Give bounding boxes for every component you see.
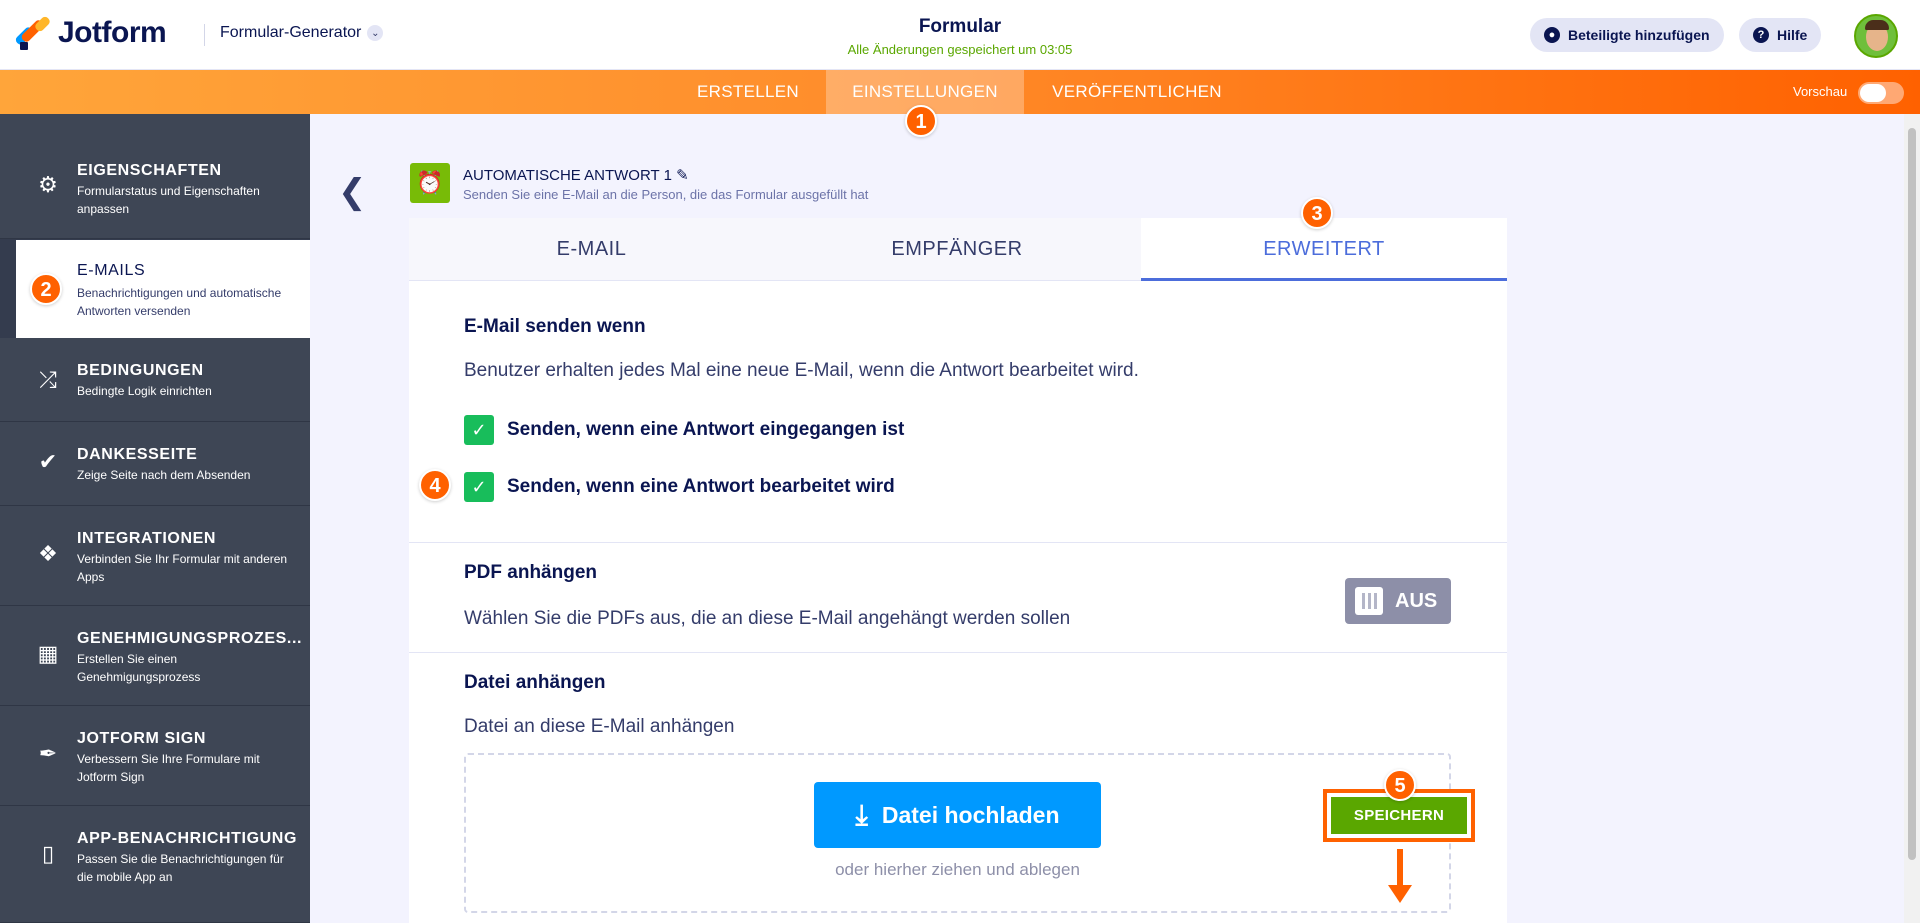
drag-drop-text: oder hierher ziehen und ablegen	[835, 860, 1080, 879]
builder-label: Formular-Generator	[220, 24, 362, 41]
sidebar-item-approvals[interactable]: ▦ GENEHMIGUNGSPROZES... Erstellen Sie ei…	[0, 606, 310, 706]
toggle-knob	[1860, 84, 1886, 102]
pdf-title: PDF anhängen	[464, 562, 598, 583]
chevron-down-icon: ⌄	[367, 25, 384, 41]
save-button[interactable]: SPEICHERN	[1331, 797, 1467, 834]
question-icon: ?	[1753, 27, 1769, 43]
sidebar-item-title: DANKESSEITE	[77, 446, 198, 463]
sidebar-item-title: E-MAILS	[77, 262, 146, 279]
jotform-logo-icon	[14, 15, 52, 50]
autoreply-subtitle: Senden Sie eine E-Mail an die Person, di…	[463, 187, 869, 202]
check-circle-icon: ✔	[38, 449, 58, 474]
email-tabs: E-MAIL EMPFÄNGER ERWEITERT	[409, 218, 1507, 281]
section-divider	[409, 652, 1507, 653]
pdf-toggle-label: AUS	[1395, 589, 1438, 612]
send-when-text: Benutzer erhalten jedes Mal eine neue E-…	[464, 360, 1139, 381]
tab-email[interactable]: E-MAIL	[409, 218, 774, 281]
scrollbar-thumb[interactable]	[1908, 128, 1916, 860]
sidebar-item-thankyou[interactable]: ✔ DANKESSEITE Zeige Seite nach dem Absen…	[0, 422, 310, 506]
tab-advanced[interactable]: ERWEITERT	[1141, 218, 1507, 281]
step-badge-1: 1	[905, 105, 937, 137]
flow-icon: ▦	[37, 641, 59, 666]
sidebar-item-desc: Benachrichtigungen und automatische Antw…	[77, 286, 282, 318]
page-scrollbar[interactable]	[1904, 114, 1920, 923]
step-badge-5: 5	[1384, 769, 1416, 801]
sidebar-item-properties[interactable]: ⚙ EIGENSCHAFTEN Formularstatus und Eigen…	[0, 114, 310, 239]
checkbox-label-received[interactable]: Senden, wenn eine Antwort eingegangen is…	[507, 419, 904, 441]
step-badge-2: 2	[30, 273, 62, 305]
sidebar-item-desc: Bedingte Logik einrichten	[77, 384, 212, 398]
sidebar-item-desc: Erstellen Sie einen Genehmigungsprozess	[77, 652, 201, 684]
step-badge-3: 3	[1301, 197, 1333, 229]
top-header: Jotform Formular-Generator ⌄ Formular Al…	[0, 0, 1920, 70]
tab-publish[interactable]: VERÖFFENTLICHEN	[1034, 70, 1240, 114]
autoreply-title[interactable]: AUTOMATISCHE ANTWORT 1 ✎	[463, 166, 689, 184]
sidebar-item-desc: Verbinden Sie Ihr Formular mit anderen A…	[77, 552, 288, 584]
jotform-logo[interactable]: Jotform	[14, 15, 167, 50]
sidebar-item-integrations[interactable]: ❖ INTEGRATIONEN Verbinden Sie Ihr Formul…	[0, 506, 310, 606]
toggle-grip-icon	[1355, 587, 1383, 615]
mobile-icon: ▯	[41, 841, 55, 866]
sidebar-item-desc: Formularstatus und Eigenschaften anpasse…	[77, 184, 260, 216]
add-participants-label: Beteiligte hinzufügen	[1568, 27, 1710, 43]
autoreply-title-text: AUTOMATISCHE ANTWORT 1	[463, 167, 672, 184]
avatar[interactable]	[1854, 14, 1898, 58]
avatar-hair	[1865, 20, 1889, 30]
alarm-clock-icon: ⏰	[410, 163, 450, 203]
shuffle-icon: ⤮	[39, 367, 57, 392]
sidebar-item-app-notifications[interactable]: ▯ APP-BENACHRICHTIGUNG Passen Sie die Be…	[0, 806, 310, 923]
sidebar-item-title: EIGENSCHAFTEN	[77, 162, 222, 179]
builder-nav: ERSTELLEN EINSTELLUNGEN VERÖFFENTLICHEN	[0, 70, 1920, 114]
file-title: Datei anhängen	[464, 672, 606, 693]
download-icon: ⤓	[855, 798, 868, 830]
arrow-down-icon	[1388, 849, 1412, 905]
sidebar-item-title: INTEGRATIONEN	[77, 530, 217, 547]
sidebar-item-desc: Verbessern Sie Ihre Formulare mit Jotfor…	[77, 752, 260, 784]
sidebar-item-conditions[interactable]: ⤮ BEDINGUNGEN Bedingte Logik einrichten	[0, 338, 310, 422]
logo-text: Jotform	[58, 16, 167, 49]
send-when-title: E-Mail senden wenn	[464, 316, 646, 337]
sidebar-item-title: JOTFORM SIGN	[77, 730, 206, 747]
preview-label: Vorschau	[1793, 84, 1848, 99]
help-label: Hilfe	[1777, 27, 1808, 43]
sidebar-item-title: GENEHMIGUNGSPROZES...	[77, 630, 303, 647]
user-icon: ●	[1544, 27, 1560, 43]
sidebar-item-title: BEDINGUNGEN	[77, 362, 204, 379]
tab-recipients[interactable]: EMPFÄNGER	[774, 218, 1140, 281]
preview-toggle[interactable]	[1858, 82, 1904, 104]
help-button[interactable]: ? Hilfe	[1739, 18, 1822, 52]
gear-icon: ⚙	[38, 172, 58, 197]
pen-icon: ✒	[38, 741, 58, 766]
section-divider	[409, 542, 1507, 543]
sidebar-item-desc: Zeige Seite nach dem Absenden	[77, 468, 251, 482]
tab-build[interactable]: ERSTELLEN	[678, 70, 818, 114]
upload-label: Datei hochladen	[881, 801, 1060, 828]
pdf-attach-toggle[interactable]: AUS	[1345, 578, 1451, 624]
sidebar-item-title: APP-BENACHRICHTIGUNG	[77, 830, 297, 847]
file-text: Datei an diese E-Mail anhängen	[464, 716, 735, 737]
checkbox-on-received[interactable]: ✓	[464, 415, 494, 445]
checkbox-on-edited[interactable]: ✓	[464, 472, 494, 502]
upload-button[interactable]: ⤓ Datei hochladen	[814, 782, 1101, 848]
puzzle-icon: ❖	[38, 541, 58, 566]
step-badge-4: 4	[419, 469, 451, 501]
settings-sidebar: ⚙ EIGENSCHAFTEN Formularstatus und Eigen…	[0, 114, 310, 923]
header-divider	[204, 24, 205, 46]
pencil-icon[interactable]: ✎	[676, 167, 689, 184]
back-arrow-icon[interactable]: ❮	[338, 174, 368, 210]
pdf-text: Wählen Sie die PDFs aus, die an diese E-…	[464, 608, 1071, 629]
checkbox-label-edited[interactable]: Senden, wenn eine Antwort bearbeitet wir…	[507, 476, 895, 498]
add-participants-button[interactable]: ● Beteiligte hinzufügen	[1530, 18, 1724, 52]
sidebar-item-desc: Passen Sie die Benachrichtigungen für di…	[77, 852, 284, 884]
sidebar-item-sign[interactable]: ✒ JOTFORM SIGN Verbessern Sie Ihre Formu…	[0, 706, 310, 806]
builder-dropdown[interactable]: Formular-Generator ⌄	[220, 24, 384, 42]
